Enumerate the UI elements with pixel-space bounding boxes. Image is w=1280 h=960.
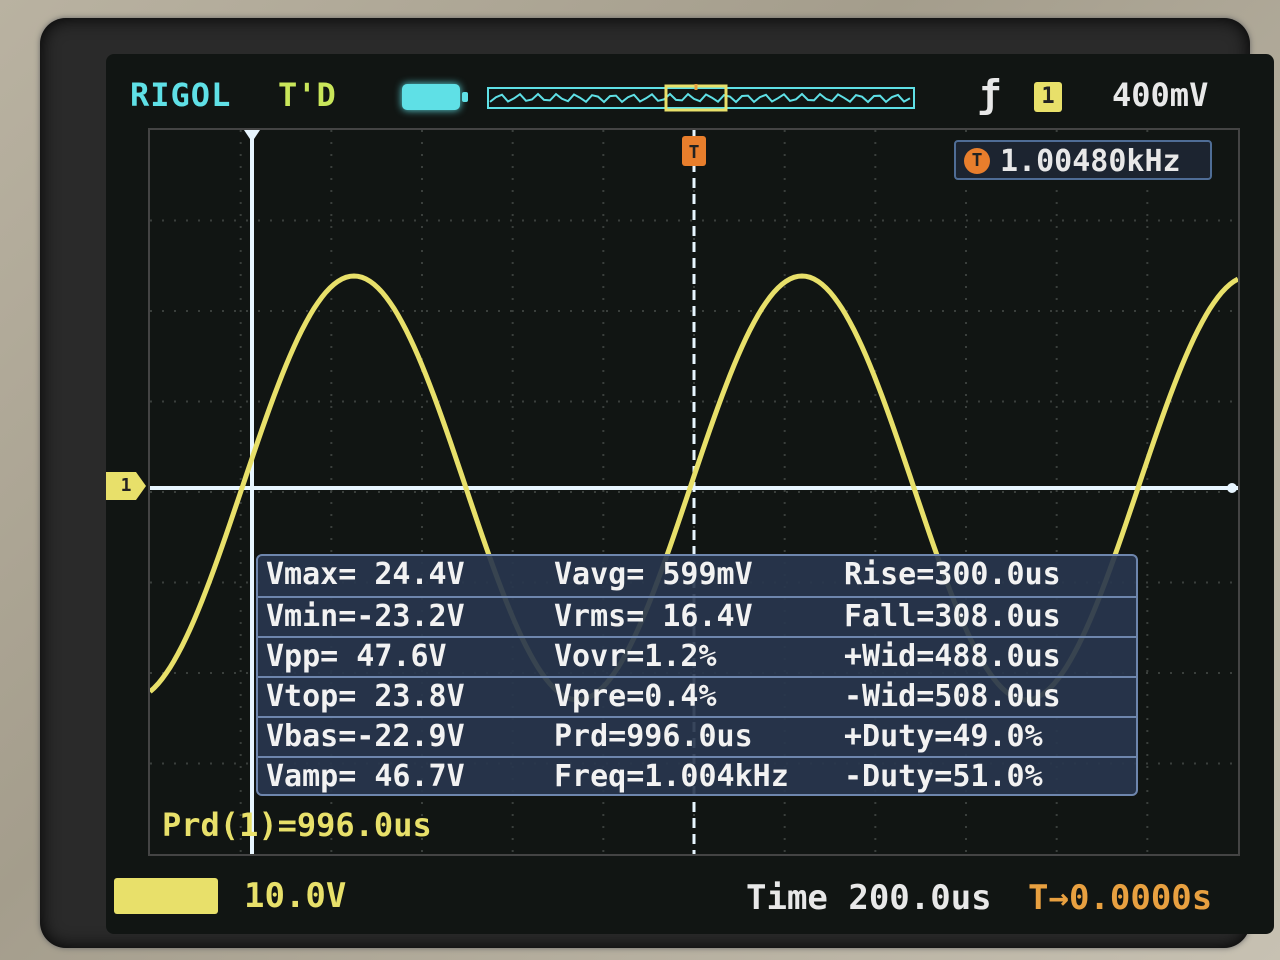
brand-label: RIGOL [130, 76, 232, 114]
frequency-counter: T 1.00480kHz [954, 140, 1212, 180]
measurement-value: Vrms= 16.4V [554, 599, 753, 634]
measurement-value: Freq=1.004kHz [554, 759, 789, 794]
measurement-row: Vpp= 47.6V Vovr=1.2% +Wid=488.0us [258, 636, 1136, 676]
measurement-value: -Duty=51.0% [844, 759, 1043, 794]
measurement-value: Vmax= 24.4V [266, 557, 465, 592]
ground-line-end-marker [1227, 483, 1237, 493]
channel-scale: 10.0V [244, 876, 347, 916]
period-readout: Prd(1)=996.0us [162, 806, 432, 844]
frequency-value: 1.00480kHz [1000, 144, 1181, 179]
measurement-value: Fall=308.0us [844, 599, 1061, 634]
measurement-value: +Duty=49.0% [844, 719, 1043, 754]
channel-1-marker[interactable]: 1 [106, 472, 146, 500]
rising-edge-icon: ƒ [978, 72, 1001, 116]
measurement-value: Vovr=1.2% [554, 639, 717, 674]
measurement-row: Vamp= 46.7V Freq=1.004kHz -Duty=51.0% [258, 756, 1136, 796]
measurement-value: -Wid=508.0us [844, 679, 1061, 714]
trigger-badge-icon: T [964, 148, 990, 174]
trigger-position-marker: T [682, 136, 706, 166]
trigger-level: 400mV [1112, 76, 1209, 114]
trigger-channel-badge: 1 [1034, 82, 1062, 112]
measurement-row: Vmax= 24.4V Vavg= 599mV Rise=300.0us [258, 556, 1136, 594]
memory-waveform-icon [487, 84, 915, 112]
measurement-value: Vpp= 47.6V [266, 639, 447, 674]
measurement-panel: Vmax= 24.4V Vavg= 599mV Rise=300.0us Vmin=-… [256, 554, 1138, 796]
measurement-value: Vtop= 23.8V [266, 679, 465, 714]
status-bar: RIGOL T'D ƒ 1 400mV [106, 54, 1274, 134]
measurement-value: +Wid=488.0us [844, 639, 1061, 674]
measurement-value: Vpre=0.4% [554, 679, 717, 714]
measurement-value: Prd=996.0us [554, 719, 753, 754]
measurement-row: Vmin=-23.2V Vrms= 16.4V Fall=308.0us [258, 596, 1136, 636]
measurement-row: Vbas=-22.9V Prd=996.0us +Duty=49.0% [258, 716, 1136, 756]
timebase: Time 200.0us [746, 878, 992, 918]
footer-bar: 10.0V Time 200.0us T→0.0000s [106, 868, 1274, 934]
scope-screen: RIGOL T'D ƒ 1 400mV T T 1.00480kHz 1 Vma… [106, 54, 1274, 934]
battery-icon [402, 84, 468, 110]
channel-coupling-icon [114, 878, 218, 914]
cursor-top-marker [244, 130, 260, 142]
measurement-value: Vbas=-22.9V [266, 719, 465, 754]
measurement-value: Vamp= 46.7V [266, 759, 465, 794]
scope-bezel: RIGOL T'D ƒ 1 400mV T T 1.00480kHz 1 Vma… [40, 18, 1274, 948]
measurement-value: Rise=300.0us [844, 557, 1061, 592]
measurement-value: Vmin=-23.2V [266, 599, 465, 634]
measurement-value: Vavg= 599mV [554, 557, 753, 592]
measurement-row: Vtop= 23.8V Vpre=0.4% -Wid=508.0us [258, 676, 1136, 716]
svg-text:T: T [689, 142, 700, 163]
run-status: T'D [278, 76, 336, 114]
time-offset: T→0.0000s [1028, 878, 1213, 918]
